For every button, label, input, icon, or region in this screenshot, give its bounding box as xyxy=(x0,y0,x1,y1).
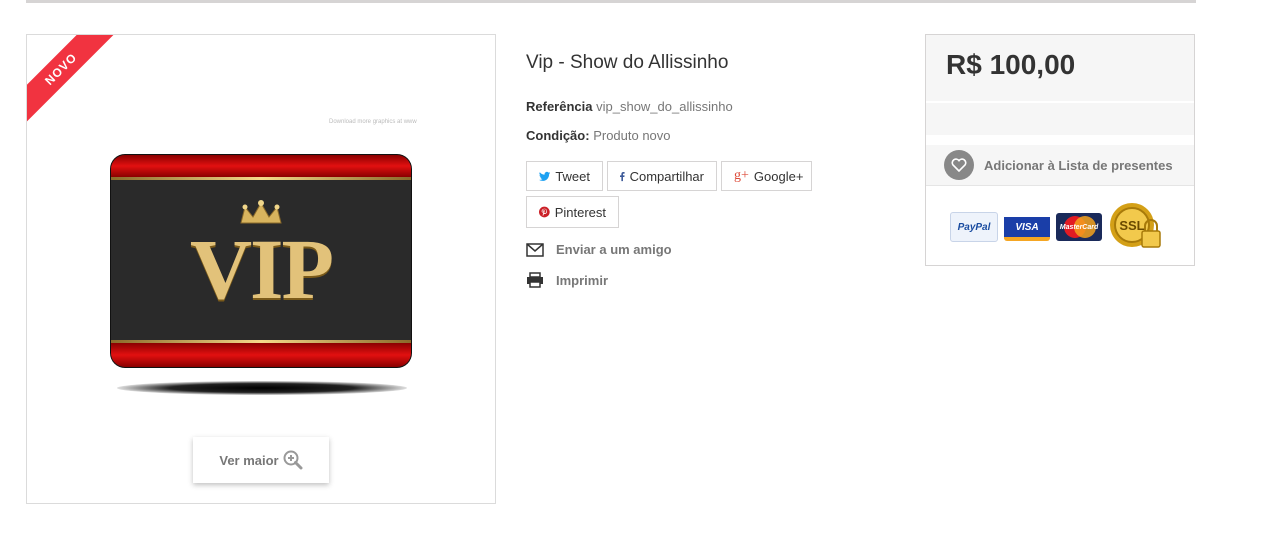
google-plus-label: Google+ xyxy=(753,168,804,184)
tweet-button[interactable]: Tweet xyxy=(526,161,603,191)
paypal-logo: PayPal xyxy=(950,212,998,242)
new-badge-label: NOVO xyxy=(27,35,114,122)
reference-label: Referência xyxy=(526,99,593,114)
reference-value: vip_show_do_allissinho xyxy=(596,99,733,114)
print-label: Imprimir xyxy=(556,272,609,288)
condition-line: Condição: Produto novo xyxy=(526,128,671,143)
mastercard-label: MasterCard xyxy=(1059,223,1099,231)
card-top-stripe xyxy=(111,155,411,177)
send-to-friend-label: Enviar a um amigo xyxy=(556,242,672,257)
reference-line: Referência vip_show_do_allissinho xyxy=(526,99,733,114)
send-to-friend-link[interactable]: Enviar a um amigo xyxy=(526,242,672,257)
facebook-icon xyxy=(620,171,625,181)
mastercard-logo: MasterCard xyxy=(1056,213,1102,241)
product-price: R$ 100,00 xyxy=(946,49,1076,80)
buy-box: R$ 100,00 Adicionar à Lista de presentes… xyxy=(925,34,1195,266)
condition-value: Produto novo xyxy=(593,128,671,143)
pinterest-label: Pinterest xyxy=(554,204,606,220)
view-larger-label: Ver maior xyxy=(219,452,279,468)
condition-label: Condição: xyxy=(526,128,590,143)
zoom-in-icon xyxy=(283,450,303,470)
product-image-box[interactable]: NOVO Download more graphics at www VIP V… xyxy=(26,34,496,504)
new-badge: NOVO xyxy=(27,35,114,122)
google-plus-icon: g+ xyxy=(734,168,749,183)
payment-methods: PayPal VISA MasterCard SSL xyxy=(950,199,1164,255)
printer-icon xyxy=(527,272,543,288)
twitter-icon xyxy=(539,171,551,181)
card-shadow xyxy=(117,381,407,395)
add-to-wishlist-button[interactable]: Adicionar à Lista de presentes xyxy=(926,145,1194,186)
envelope-icon xyxy=(526,242,544,257)
card-top-gold-line xyxy=(111,177,411,180)
ssl-seal-icon: SSL xyxy=(1108,199,1164,255)
quantity-band xyxy=(926,103,1194,135)
pinterest-button[interactable]: Pinterest xyxy=(526,196,619,228)
pinterest-icon xyxy=(539,206,550,218)
top-divider xyxy=(26,0,1196,3)
facebook-share-label: Compartilhar xyxy=(629,168,704,184)
vip-text: VIP xyxy=(189,221,334,317)
product-title: Vip - Show do Allissinho xyxy=(526,52,729,73)
ssl-label: SSL xyxy=(1119,218,1144,233)
print-link[interactable]: Imprimir xyxy=(526,272,608,288)
tweet-label: Tweet xyxy=(555,168,590,184)
heart-icon xyxy=(944,150,974,180)
price-area: R$ 100,00 xyxy=(926,35,1194,101)
facebook-share-button[interactable]: Compartilhar xyxy=(607,161,717,191)
view-larger-button[interactable]: Ver maior xyxy=(193,437,329,483)
visa-logo: VISA xyxy=(1004,213,1050,241)
image-watermark-note: Download more graphics at www xyxy=(329,119,417,125)
add-to-wishlist-label: Adicionar à Lista de presentes xyxy=(984,157,1173,173)
google-plus-button[interactable]: g+ Google+ xyxy=(721,161,812,191)
card-bottom-stripe xyxy=(111,343,411,367)
vip-card-image: VIP xyxy=(111,155,411,367)
